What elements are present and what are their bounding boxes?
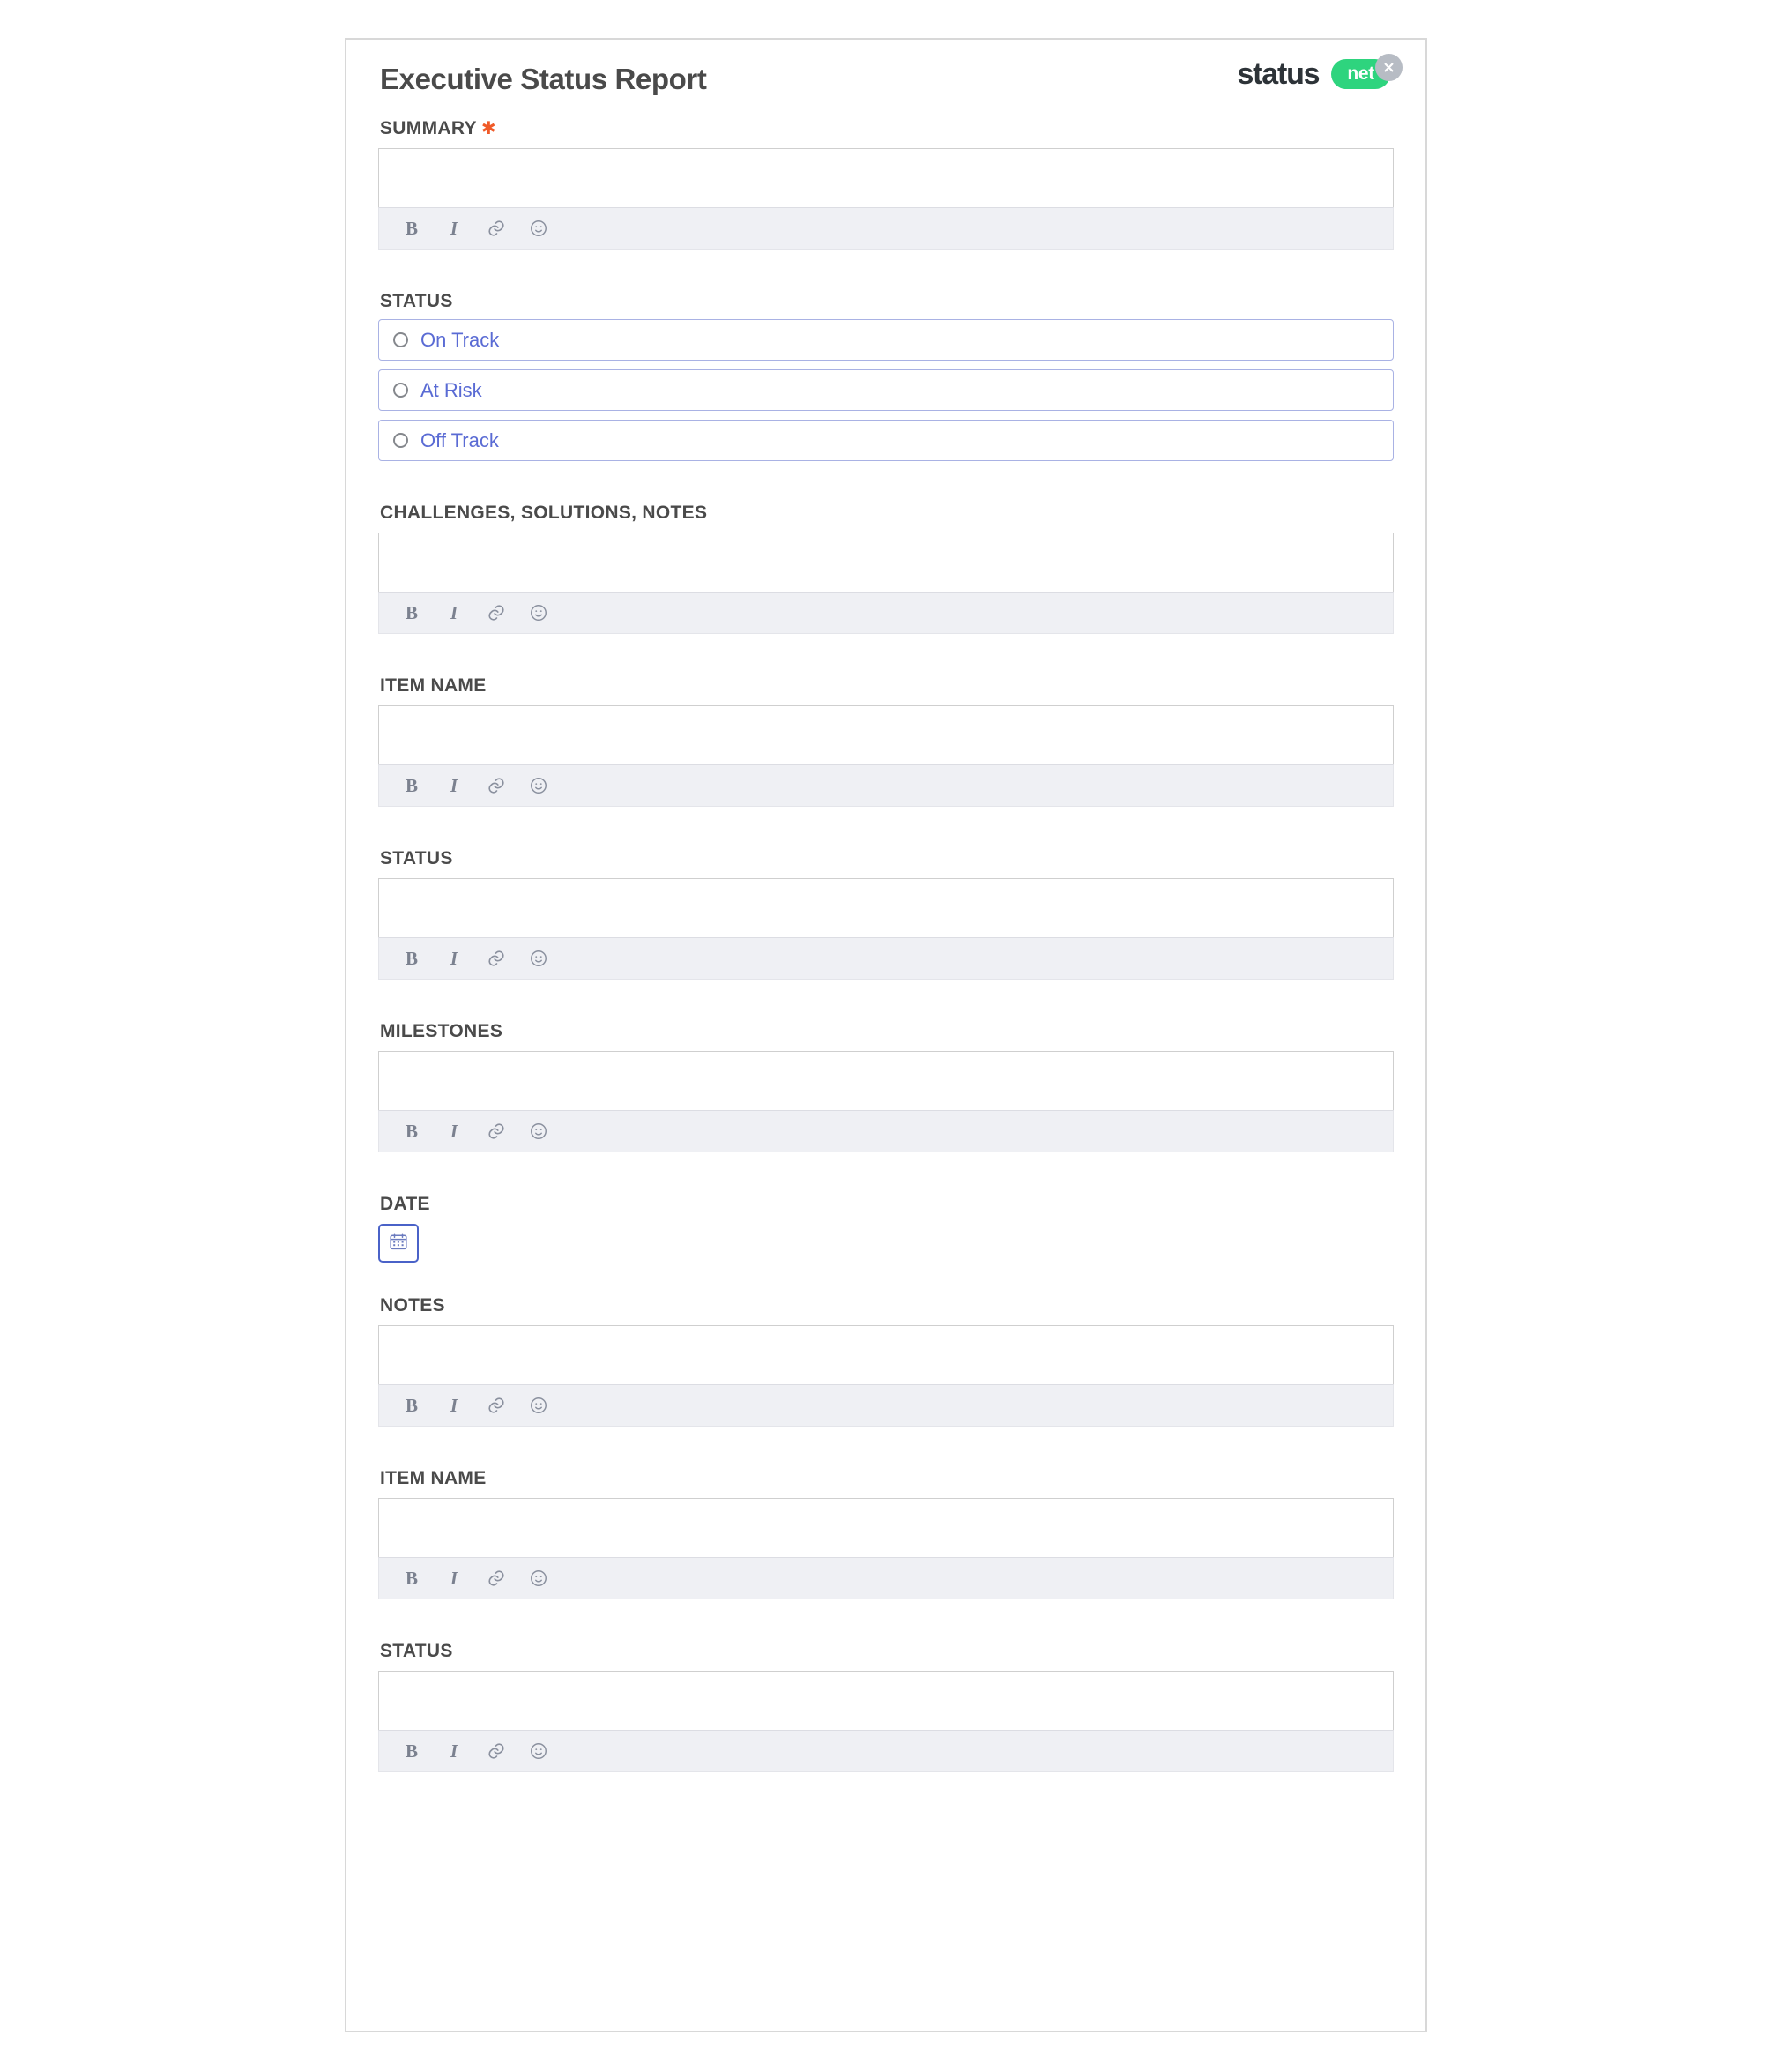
italic-icon[interactable]: I (443, 601, 465, 624)
bold-icon[interactable]: B (400, 774, 423, 797)
italic-icon[interactable]: I (443, 1567, 465, 1590)
section-item-name-2: ITEM NAME B I (378, 1469, 1394, 1599)
bold-icon[interactable]: B (400, 601, 423, 624)
italic-icon[interactable]: I (443, 1740, 465, 1763)
item-name-2-input[interactable] (378, 1498, 1394, 1557)
required-asterisk: ✱ (480, 119, 496, 138)
status-radio-group: On Track At Risk Off Track (378, 319, 1394, 461)
status-3-input[interactable] (378, 1671, 1394, 1730)
label-item-name-1: ITEM NAME (380, 675, 487, 696)
emoji-icon[interactable] (527, 1567, 550, 1590)
emoji-icon[interactable] (527, 947, 550, 970)
section-status-radio: STATUS On Track At Risk Off Track (378, 292, 1394, 461)
editor-item-name-1: B I (378, 705, 1394, 807)
editor-summary: B I (378, 148, 1394, 250)
item-name-1-toolbar: B I (378, 764, 1394, 807)
radio-option-at-risk[interactable]: At Risk (378, 369, 1394, 411)
editor-milestones: B I (378, 1051, 1394, 1152)
section-item-name-1: ITEM NAME B I (378, 676, 1394, 807)
emoji-icon[interactable] (527, 1740, 550, 1763)
date-picker-button[interactable] (378, 1224, 419, 1263)
label-status-3: STATUS (380, 1641, 453, 1661)
emoji-icon[interactable] (527, 774, 550, 797)
link-icon[interactable] (485, 1740, 508, 1763)
label-status-1: STATUS (380, 291, 453, 311)
section-milestones: MILESTONES B I (378, 1022, 1394, 1152)
bold-icon[interactable]: B (400, 947, 423, 970)
label-status-2: STATUS (380, 848, 453, 868)
editor-status-3: B I (378, 1671, 1394, 1772)
bold-icon[interactable]: B (400, 1567, 423, 1590)
label-item-name-2: ITEM NAME (380, 1468, 487, 1488)
status-2-input[interactable] (378, 878, 1394, 937)
radio-label-off-track: Off Track (420, 429, 499, 451)
radio-option-off-track[interactable]: Off Track (378, 420, 1394, 461)
section-status-3: STATUS B I (378, 1642, 1394, 1772)
radio-label-on-track: On Track (420, 328, 500, 351)
link-icon[interactable] (485, 1120, 508, 1143)
radio-label-at-risk: At Risk (420, 378, 482, 401)
link-icon[interactable] (485, 1394, 508, 1417)
link-icon[interactable] (485, 774, 508, 797)
challenges-input[interactable] (378, 533, 1394, 592)
brand-wordmark: status (1237, 57, 1320, 91)
summary-toolbar: B I (378, 207, 1394, 250)
milestones-input[interactable] (378, 1051, 1394, 1110)
close-icon[interactable] (1375, 54, 1403, 81)
emoji-icon[interactable] (527, 1120, 550, 1143)
section-status-2: STATUS B I (378, 849, 1394, 980)
item-name-2-toolbar: B I (378, 1557, 1394, 1599)
link-icon[interactable] (485, 601, 508, 624)
link-icon[interactable] (485, 947, 508, 970)
link-icon[interactable] (485, 1567, 508, 1590)
section-challenges: CHALLENGES, SOLUTIONS, NOTES B I (378, 503, 1394, 634)
milestones-toolbar: B I (378, 1110, 1394, 1152)
radio-circle-icon (393, 383, 408, 398)
editor-status-2: B I (378, 878, 1394, 980)
emoji-icon[interactable] (527, 601, 550, 624)
section-summary: SUMMARY ✱ B I (378, 119, 1394, 250)
summary-input[interactable] (378, 148, 1394, 207)
emoji-icon[interactable] (527, 1394, 550, 1417)
challenges-toolbar: B I (378, 592, 1394, 634)
notes-toolbar: B I (378, 1384, 1394, 1427)
italic-icon[interactable]: I (443, 1120, 465, 1143)
section-notes: NOTES B I (378, 1296, 1394, 1427)
editor-challenges: B I (378, 533, 1394, 634)
label-date: DATE (380, 1194, 430, 1214)
bold-icon[interactable]: B (400, 1740, 423, 1763)
editor-item-name-2: B I (378, 1498, 1394, 1599)
status-report-card: Executive Status Report status net SUMMA… (345, 38, 1427, 2032)
status-3-toolbar: B I (378, 1730, 1394, 1772)
radio-circle-icon (393, 332, 408, 347)
emoji-icon[interactable] (527, 217, 550, 240)
radio-option-on-track[interactable]: On Track (378, 319, 1394, 361)
notes-input[interactable] (378, 1325, 1394, 1384)
italic-icon[interactable]: I (443, 774, 465, 797)
radio-circle-icon (393, 433, 408, 448)
label-notes: NOTES (380, 1295, 445, 1315)
bold-icon[interactable]: B (400, 1394, 423, 1417)
section-date: DATE (378, 1195, 1394, 1263)
label-summary: SUMMARY ✱ (380, 118, 496, 138)
italic-icon[interactable]: I (443, 947, 465, 970)
brand-logo: status net (1237, 54, 1403, 91)
editor-notes: B I (378, 1325, 1394, 1427)
card-header: Executive Status Report status net (378, 40, 1403, 119)
status-2-toolbar: B I (378, 937, 1394, 980)
italic-icon[interactable]: I (443, 217, 465, 240)
bold-icon[interactable]: B (400, 1120, 423, 1143)
bold-icon[interactable]: B (400, 217, 423, 240)
italic-icon[interactable]: I (443, 1394, 465, 1417)
label-challenges: CHALLENGES, SOLUTIONS, NOTES (380, 503, 708, 523)
item-name-1-input[interactable] (378, 705, 1394, 764)
link-icon[interactable] (485, 217, 508, 240)
calendar-icon (388, 1231, 409, 1256)
label-milestones: MILESTONES (380, 1021, 503, 1041)
